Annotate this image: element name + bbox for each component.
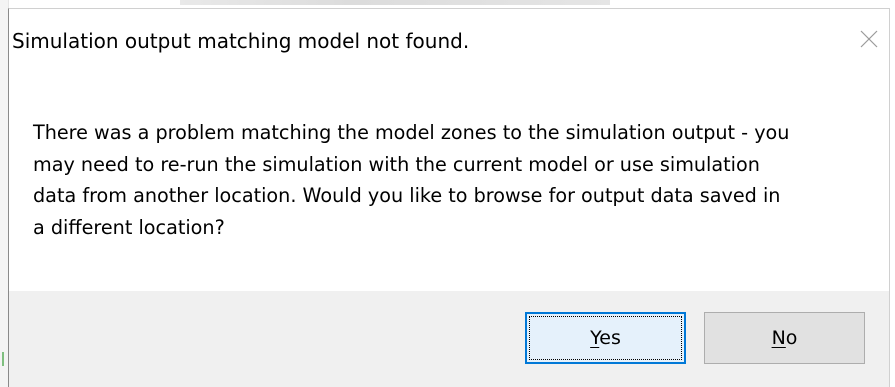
background-marker	[2, 352, 4, 366]
close-icon	[860, 30, 878, 48]
dialog-message: There was a problem matching the model z…	[33, 121, 790, 239]
close-button[interactable]	[849, 19, 889, 59]
no-button[interactable]: No	[704, 312, 865, 364]
yes-label-rest: es	[599, 327, 621, 349]
dialog-title: Simulation output matching model not fou…	[12, 29, 470, 53]
message-box-dialog: Simulation output matching model not fou…	[8, 8, 890, 387]
background-toolbar	[180, 0, 610, 5]
yes-button[interactable]: Yes	[525, 312, 686, 364]
no-label-rest: o	[785, 327, 798, 349]
no-mnemonic: N	[771, 327, 786, 349]
no-button-label: No	[772, 327, 798, 349]
yes-button-label: Yes	[590, 327, 621, 349]
yes-mnemonic: Y	[590, 327, 600, 349]
dialog-button-bar: Yes No	[9, 291, 889, 387]
screen: Simulation output matching model not fou…	[0, 0, 895, 387]
title-bar[interactable]: Simulation output matching model not fou…	[9, 9, 889, 69]
